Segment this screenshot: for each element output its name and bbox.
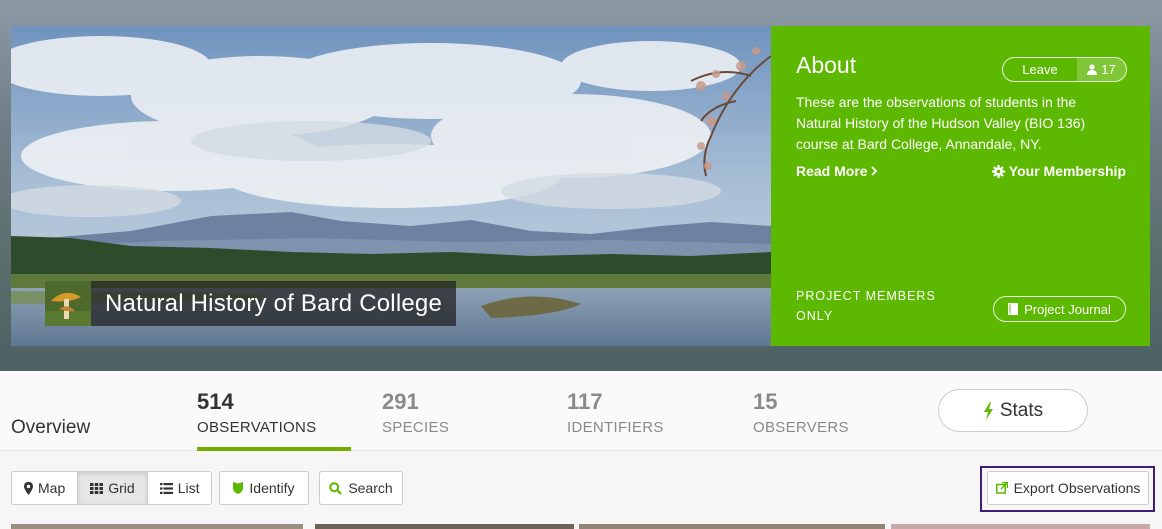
view-switcher: Map Grid List (11, 471, 213, 505)
overview-tab[interactable]: Overview (11, 417, 90, 439)
observation-thumbnail[interactable] (579, 524, 885, 529)
view-grid-label: Grid (108, 480, 135, 496)
search-label: Search (348, 480, 393, 496)
project-journal-label: Project Journal (1024, 301, 1111, 317)
member-count: 17 (1101, 62, 1116, 77)
stat-value: 291 (382, 389, 419, 414)
external-link-icon (995, 482, 1008, 494)
book-icon (1008, 303, 1019, 315)
export-label: Export Observations (1013, 480, 1141, 496)
your-membership-link[interactable]: Your Membership (991, 163, 1126, 179)
leave-button[interactable]: Leave (1003, 58, 1077, 81)
search-button[interactable]: Search (319, 471, 403, 505)
project-title: Natural History of Bard College (105, 289, 443, 317)
stat-identifiers[interactable]: 117 IDENTIFIERS (567, 389, 664, 436)
active-tab-indicator (197, 447, 351, 451)
stat-species[interactable]: 291 SPECIES (382, 389, 449, 436)
observation-thumbnail[interactable] (891, 524, 1150, 529)
mushroom-photo-icon (45, 281, 91, 326)
read-more-link[interactable]: Read More (796, 163, 878, 179)
gear-icon (991, 164, 1005, 178)
observations-toolbar: Map Grid List Identify Search Export Obs… (0, 452, 1162, 529)
stat-label: OBSERVERS (753, 419, 849, 436)
view-grid-button[interactable]: Grid (78, 472, 148, 504)
stat-label: IDENTIFIERS (567, 419, 664, 436)
your-membership-label: Your Membership (1008, 163, 1126, 179)
stats-button-label: Stats (999, 399, 1044, 421)
observation-thumbnail[interactable] (315, 524, 574, 529)
project-title-block: Natural History of Bard College (45, 281, 457, 326)
about-heading: About (796, 52, 857, 78)
observation-grid-preview (0, 524, 1162, 529)
membership-group: Leave 17 (1002, 57, 1127, 82)
project-journal-button[interactable]: Project Journal (993, 296, 1126, 322)
stat-label: OBSERVATIONS (197, 419, 317, 436)
view-list-label: List (177, 480, 200, 496)
identify-label: Identify (249, 480, 295, 496)
view-list-button[interactable]: List (148, 472, 212, 504)
stats-bar: Overview 514 OBSERVATIONS 291 SPECIES 11… (0, 371, 1162, 451)
user-icon (1087, 64, 1098, 75)
stat-observers[interactable]: 15 OBSERVERS (753, 389, 849, 436)
stat-observations[interactable]: 514 OBSERVATIONS (197, 389, 316, 436)
lightning-icon (983, 401, 993, 420)
search-icon (329, 481, 343, 495)
identify-shield-icon (233, 482, 244, 494)
member-count-button[interactable]: 17 (1077, 58, 1126, 81)
stat-value: 514 (197, 389, 234, 414)
list-icon (159, 482, 173, 494)
grid-icon (90, 482, 104, 494)
about-panel: About Leave 17 These are the observation… (771, 26, 1150, 346)
about-description: These are the observations of students i… (796, 94, 1086, 152)
observation-thumbnail[interactable] (11, 524, 303, 529)
read-more-label: Read More (796, 163, 868, 179)
export-observations-button[interactable]: Export Observations (987, 471, 1149, 505)
view-map-label: Map (38, 480, 66, 496)
stat-value: 117 (567, 389, 603, 414)
stat-label: SPECIES (382, 419, 450, 436)
view-map-button[interactable]: Map (12, 472, 79, 504)
chevron-right-icon (870, 166, 877, 176)
stats-button[interactable]: Stats (938, 389, 1088, 432)
identify-button[interactable]: Identify (219, 471, 309, 505)
map-marker-icon (24, 481, 33, 495)
stat-value: 15 (753, 389, 778, 414)
members-only-label: PROJECT MEMBERS ONLY (796, 289, 936, 323)
